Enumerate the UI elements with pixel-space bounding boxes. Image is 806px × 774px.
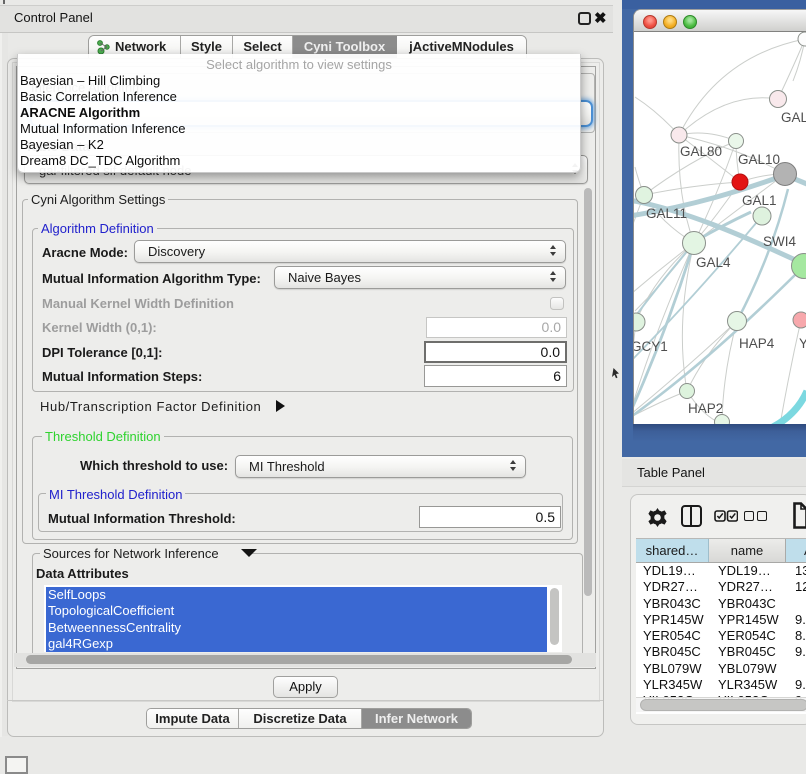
svg-text:GCY1: GCY1 <box>634 339 668 354</box>
svg-text:GAL80: GAL80 <box>680 144 722 159</box>
svg-text:HAP4: HAP4 <box>739 336 775 351</box>
svg-text:GAL: GAL <box>781 110 806 125</box>
svg-text:GAL11: GAL11 <box>646 206 687 221</box>
svg-text:GAL4: GAL4 <box>696 255 731 270</box>
svg-text:GAL10: GAL10 <box>738 152 780 167</box>
svg-text:SWI4: SWI4 <box>763 234 796 249</box>
svg-text:HAP2: HAP2 <box>688 401 723 416</box>
svg-text:Y: Y <box>799 336 806 351</box>
svg-text:GAL1: GAL1 <box>742 193 777 208</box>
